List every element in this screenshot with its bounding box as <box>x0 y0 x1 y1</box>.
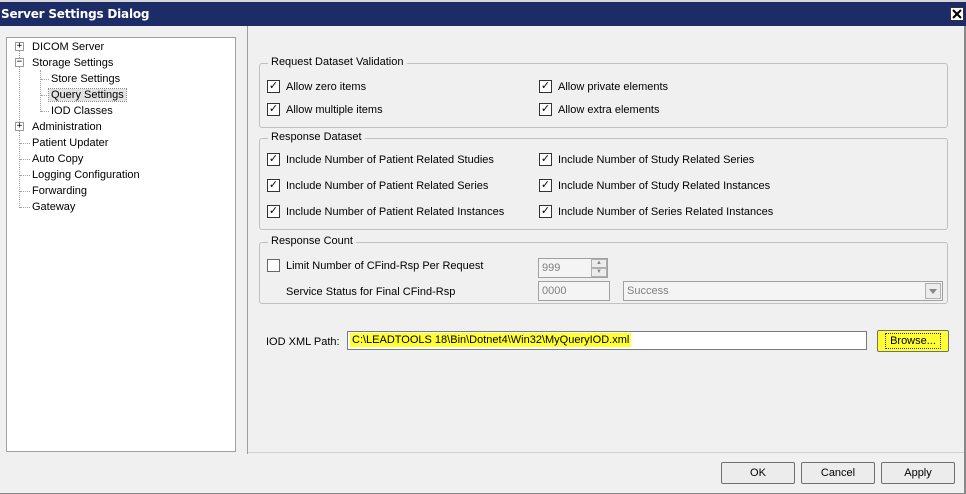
browse-button[interactable]: Browse... <box>877 330 949 352</box>
checkmark-icon: ✓ <box>267 179 280 192</box>
close-button[interactable] <box>950 7 964 21</box>
window-title: Server Settings Dialog <box>1 7 150 21</box>
tree-item-patient-updater[interactable]: Patient Updater <box>32 136 108 150</box>
checkmark-icon: ✓ <box>539 179 552 192</box>
expand-icon[interactable]: + <box>15 42 24 51</box>
status-code-field[interactable]: 0000 <box>538 281 610 301</box>
tree-item-iod-classes[interactable]: IOD Classes <box>51 104 113 118</box>
patient-related-series-checkbox[interactable]: ✓ Include Number of Patient Related Seri… <box>267 179 488 192</box>
dropdown-arrow-icon[interactable] <box>925 283 941 299</box>
iod-xml-path-label: IOD XML Path: <box>266 336 340 348</box>
checkmark-icon: ✓ <box>539 205 552 218</box>
allow-zero-items-checkbox[interactable]: ✓ Allow zero items <box>267 80 366 93</box>
ok-button[interactable]: OK <box>721 462 795 484</box>
group-legend: Response Dataset <box>268 131 365 143</box>
allow-private-elements-checkbox[interactable]: ✓ Allow private elements <box>539 80 668 93</box>
checkmark-icon: ✓ <box>267 205 280 218</box>
response-count-group: Response Count Limit Number of CFind-Rsp… <box>259 235 948 304</box>
service-status-label: Service Status for Final CFind-Rsp <box>286 286 456 298</box>
cancel-button[interactable]: Cancel <box>801 462 875 484</box>
iod-xml-path-input[interactable]: C:\LEADTOOLS 18\Bin\Dotnet4\Win32\MyQuer… <box>347 331 867 350</box>
group-legend: Request Dataset Validation <box>268 56 407 68</box>
splitter[interactable] <box>247 26 248 454</box>
title-bar: Server Settings Dialog <box>0 0 966 26</box>
study-related-instances-checkbox[interactable]: ✓ Include Number of Study Related Instan… <box>539 179 770 192</box>
checkmark-icon: ✓ <box>267 153 280 166</box>
request-validation-group: Request Dataset Validation ✓ Allow zero … <box>259 56 948 128</box>
settings-tree[interactable]: + DICOM Server − Storage Settings Store … <box>6 37 236 452</box>
series-related-instances-checkbox[interactable]: ✓ Include Number of Series Related Insta… <box>539 205 773 218</box>
allow-extra-elements-checkbox[interactable]: ✓ Allow extra elements <box>539 103 660 116</box>
checkmark-icon: ✓ <box>267 103 280 116</box>
spin-down-icon[interactable]: ▼ <box>591 268 607 277</box>
spin-up-icon[interactable]: ▲ <box>591 259 607 268</box>
patient-related-studies-checkbox[interactable]: ✓ Include Number of Patient Related Stud… <box>267 153 494 166</box>
collapse-icon[interactable]: − <box>15 58 24 67</box>
status-select[interactable]: Success <box>623 281 943 301</box>
tree-item-logging-configuration[interactable]: Logging Configuration <box>32 168 140 182</box>
limit-value-stepper[interactable]: 999 ▲ ▼ <box>538 258 608 278</box>
tree-item-store-settings[interactable]: Store Settings <box>51 72 120 86</box>
checkmark-icon: ✓ <box>539 80 552 93</box>
response-dataset-group: Response Dataset ✓ Include Number of Pat… <box>259 131 948 230</box>
tree-item-gateway[interactable]: Gateway <box>32 200 75 214</box>
checkmark-icon: ✓ <box>267 80 280 93</box>
footer-divider <box>248 452 964 453</box>
patient-related-instances-checkbox[interactable]: ✓ Include Number of Patient Related Inst… <box>267 205 504 218</box>
allow-multiple-items-checkbox[interactable]: ✓ Allow multiple items <box>267 103 383 116</box>
expand-icon[interactable]: + <box>15 122 24 131</box>
checkmark-icon: ✓ <box>539 153 552 166</box>
close-icon <box>952 9 962 19</box>
tree-item-auto-copy[interactable]: Auto Copy <box>32 152 83 166</box>
checkmark-icon: ✓ <box>539 103 552 116</box>
limit-cfind-rsp-checkbox[interactable]: Limit Number of CFind-Rsp Per Request <box>267 259 483 272</box>
checkbox-unchecked-icon <box>267 259 280 272</box>
tree-item-query-settings[interactable]: Query Settings <box>48 88 127 102</box>
group-legend: Response Count <box>268 235 356 247</box>
apply-button[interactable]: Apply <box>881 462 955 484</box>
study-related-series-checkbox[interactable]: ✓ Include Number of Study Related Series <box>539 153 754 166</box>
tree-item-forwarding[interactable]: Forwarding <box>32 184 87 198</box>
